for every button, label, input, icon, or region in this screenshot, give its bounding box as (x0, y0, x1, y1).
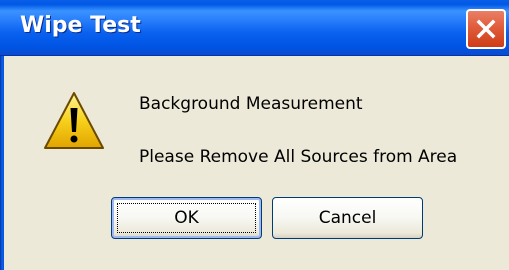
ok-button[interactable]: OK (111, 197, 262, 239)
message-title: Background Measurement (139, 94, 363, 114)
title-bar[interactable]: Wipe Test (0, 0, 509, 56)
window-border (0, 56, 4, 270)
window-title: Wipe Test (20, 13, 141, 38)
message-text: Please Remove All Sources from Area (139, 147, 458, 167)
dialog-window: Wipe Test Background Measurement Please … (0, 0, 509, 270)
focus-ring (117, 203, 256, 233)
close-icon (476, 19, 496, 39)
close-button[interactable] (466, 9, 506, 49)
warning-icon (44, 92, 104, 149)
cancel-button-label: Cancel (318, 208, 377, 228)
cancel-button[interactable]: Cancel (272, 197, 423, 239)
